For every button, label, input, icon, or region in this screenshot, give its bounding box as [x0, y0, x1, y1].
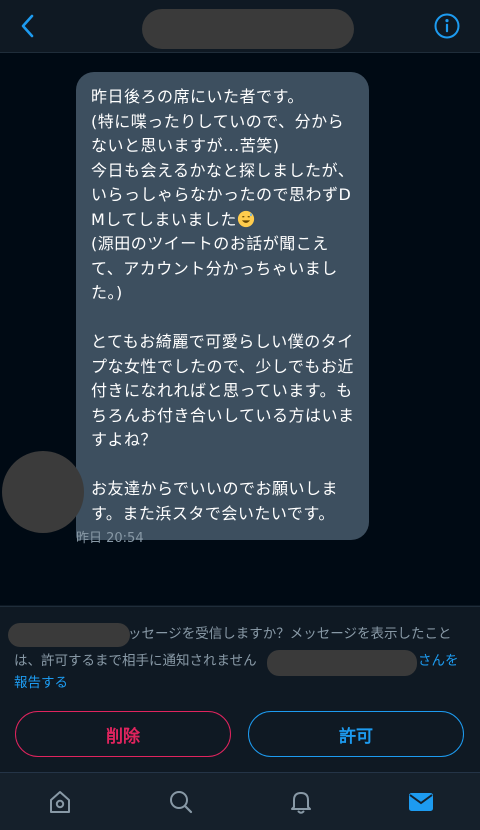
- messages-icon: [409, 793, 433, 811]
- notifications-icon: [291, 792, 311, 814]
- message-timestamp: 昨日 20:54: [76, 531, 144, 546]
- notice-line-2-text: は、許可するまで相手に通知されません: [14, 653, 257, 669]
- notice-line-2: は、許可するまで相手に通知されません: [14, 650, 257, 673]
- dm-request-screen: 昨日後ろの席にいた者です。 (特に喋ったりしていので、分からないと思いますが..…: [0, 0, 480, 830]
- tab-notifications[interactable]: [287, 788, 315, 816]
- home-icon: [50, 791, 70, 813]
- allow-button[interactable]: 許可: [248, 711, 464, 757]
- redacted-username: [142, 9, 354, 49]
- info-button[interactable]: [432, 11, 462, 41]
- delete-button[interactable]: 削除: [15, 711, 231, 757]
- message-text: 昨日後ろの席にいた者です。 (特に喋ったりしていので、分からないと思いますが..…: [91, 87, 355, 229]
- notice-line-1: ッセージを受信しますか？メッセージを表示したこと: [128, 626, 452, 642]
- tab-home[interactable]: [46, 788, 74, 816]
- request-actions: 削除 許可: [0, 700, 480, 772]
- message-thread: 昨日後ろの席にいた者です。 (特に喋ったりしていので、分からないと思いますが..…: [0, 53, 480, 605]
- message-text-continued: (源田のツイートのお話が聞こえて、アカウント分かっちゃいました。) とてもお綺麗…: [91, 234, 355, 523]
- sweat-smile-emoji: [237, 210, 254, 227]
- report-link[interactable]: 報告する: [14, 672, 68, 695]
- search-icon: [170, 791, 193, 814]
- redacted-name: [8, 623, 130, 647]
- chevron-left-icon: [21, 14, 34, 38]
- tab-messages[interactable]: [407, 788, 435, 816]
- report-user-link[interactable]: さんを: [418, 650, 459, 673]
- bottom-tab-bar: [0, 772, 480, 830]
- sender-avatar[interactable]: [2, 451, 84, 533]
- info-icon: [434, 13, 460, 39]
- message-request-notice: ッセージを受信しますか？メッセージを表示したこと は、許可するまで相手に通知され…: [0, 606, 480, 701]
- redacted-name-2: [267, 650, 417, 676]
- back-button[interactable]: [12, 10, 44, 42]
- message-bubble[interactable]: 昨日後ろの席にいた者です。 (特に喋ったりしていので、分からないと思いますが..…: [76, 72, 369, 540]
- conversation-header: [0, 0, 480, 53]
- tab-search[interactable]: [167, 788, 195, 816]
